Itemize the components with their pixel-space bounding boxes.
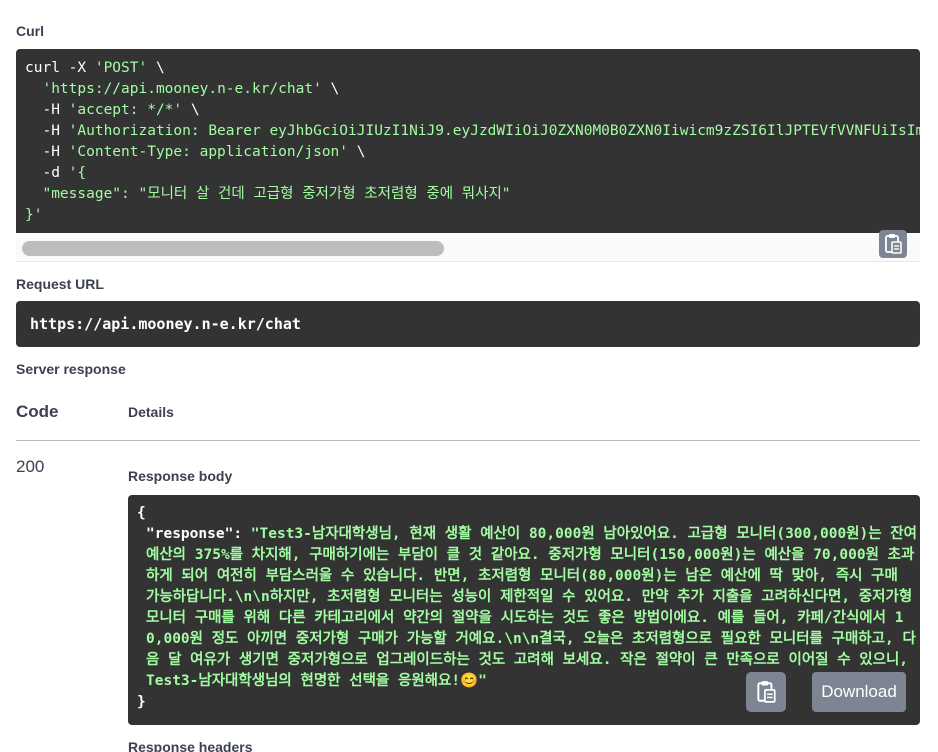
curl-line-string: 'https://api.mooney.n-e.kr/chat' <box>42 81 322 97</box>
curl-line-prefix: curl -X <box>25 60 95 76</box>
response-value: "Test3-남자대학생님, 현재 생활 예산이 80,000원 남아있어요. … <box>146 526 917 689</box>
response-body-label: Response body <box>128 468 233 484</box>
response-text: "response": "Test3-남자대학생님, 현재 생활 예산이 80,… <box>137 524 917 692</box>
details-column-header: Details <box>128 404 174 420</box>
request-url-block: https://api.mooney.n-e.kr/chat <box>16 301 920 347</box>
curl-line-suffix: \ <box>182 102 200 118</box>
server-response-label: Server response <box>16 361 126 377</box>
curl-line: -d '{ <box>25 163 920 184</box>
status-code: 200 <box>16 457 45 476</box>
curl-scrollbar-track[interactable] <box>16 230 920 262</box>
curl-line: }' <box>25 205 920 226</box>
clipboard-icon <box>885 234 902 254</box>
curl-line-suffix: \ <box>321 81 340 97</box>
request-url-value: https://api.mooney.n-e.kr/chat <box>30 315 301 333</box>
curl-line-prefix: -H <box>25 102 69 118</box>
table-divider <box>16 440 920 441</box>
curl-line-string: '{ <box>68 165 87 181</box>
curl-label: Curl <box>16 23 44 39</box>
curl-line-string: 'accept: */*' <box>68 102 183 118</box>
download-button[interactable]: Download <box>812 672 906 712</box>
curl-line-suffix: \ <box>147 60 165 76</box>
curl-line-string: 'POST' <box>94 60 148 76</box>
response-open-brace: { <box>137 505 146 521</box>
code-column-header: Code <box>16 402 59 421</box>
response-body-block: { "response": "Test3-남자대학생님, 현재 생활 예산이 8… <box>128 495 920 725</box>
response-key: "response" <box>146 526 234 542</box>
curl-line-prefix <box>25 81 42 97</box>
curl-line-string: }' <box>25 207 43 223</box>
curl-line-string: "message": "모니터 살 건데 고급형 중저가형 초저렴형 중에 뭐사… <box>42 186 511 202</box>
curl-line-prefix: -H <box>25 144 69 160</box>
copy-curl-button[interactable] <box>879 230 907 258</box>
curl-line: "message": "모니터 살 건데 고급형 중저가형 초저렴형 중에 뭐사… <box>25 184 920 205</box>
curl-line-suffix: \ <box>348 144 366 160</box>
curl-line-prefix: -H <box>25 123 69 139</box>
curl-line: curl -X 'POST' \ <box>25 58 920 79</box>
curl-line: 'https://api.mooney.n-e.kr/chat' \ <box>25 79 920 100</box>
curl-line: -H 'Content-Type: application/json' \ <box>25 142 920 163</box>
curl-line: -H 'Authorization: Bearer eyJhbGciOiJIUz… <box>25 121 920 142</box>
curl-command: curl -X 'POST' \ 'https://api.mooney.n-e… <box>25 58 920 226</box>
curl-scrollbar-thumb[interactable] <box>22 241 444 256</box>
response-close-brace: } <box>137 694 146 710</box>
curl-line: -H 'accept: */*' \ <box>25 100 920 121</box>
curl-line-prefix <box>25 186 42 202</box>
curl-line-string: 'Authorization: Bearer eyJhbGciOiJIUzI1N… <box>68 123 920 139</box>
copy-response-button[interactable] <box>746 672 786 712</box>
clipboard-icon <box>757 681 776 703</box>
curl-code-block: curl -X 'POST' \ 'https://api.mooney.n-e… <box>16 49 920 233</box>
response-headers-label: Response headers <box>128 739 253 752</box>
request-url-label: Request URL <box>16 276 104 292</box>
curl-line-prefix: -d <box>25 165 69 181</box>
curl-line-string: 'Content-Type: application/json' <box>68 144 349 160</box>
